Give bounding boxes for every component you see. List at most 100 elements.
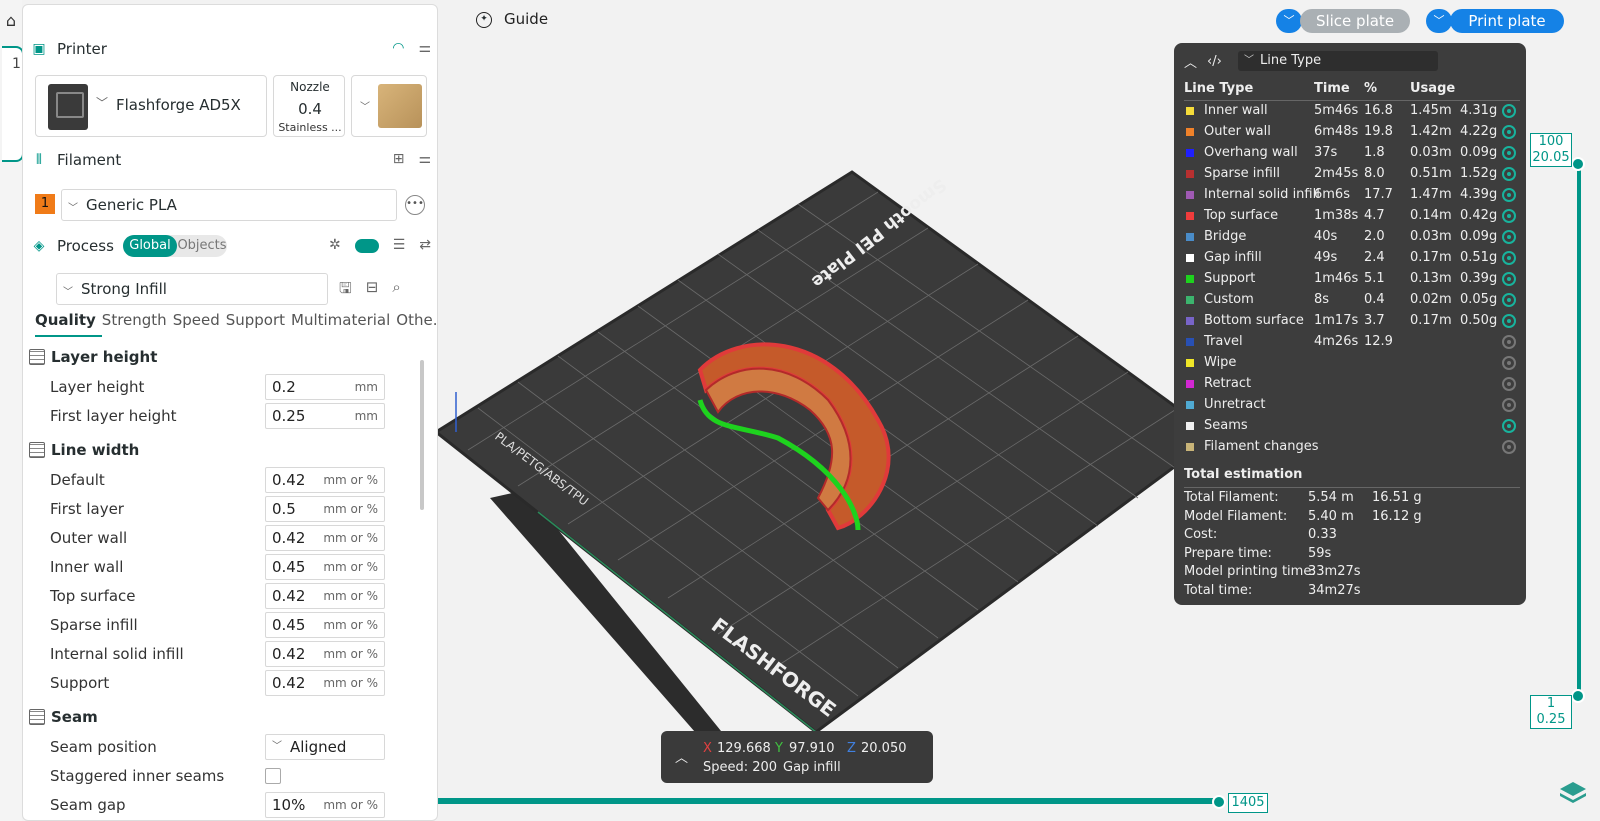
layer-slider-track[interactable] bbox=[1577, 162, 1581, 696]
line-type-name: Wipe bbox=[1204, 355, 1237, 370]
print-plate-button[interactable]: Print plate bbox=[1450, 9, 1564, 33]
setting-input[interactable]: 0.5 mm or % bbox=[265, 496, 385, 522]
tab-quality[interactable]: Quality bbox=[35, 311, 102, 337]
plate-tab[interactable]: 1 bbox=[2, 46, 24, 162]
eye-icon[interactable] bbox=[1502, 272, 1516, 286]
color-swatch bbox=[1186, 338, 1194, 346]
bottom-layer-label: 1 0.25 bbox=[1530, 695, 1572, 729]
eye-icon[interactable] bbox=[1502, 188, 1516, 202]
chevron-down-icon: ﹀ bbox=[96, 96, 109, 110]
tab-support[interactable]: Support bbox=[226, 311, 291, 337]
position-readout: ︿ X 129.668 Y 97.910 Z 20.050 Speed: 200… bbox=[661, 731, 933, 783]
eye-icon[interactable] bbox=[1502, 314, 1516, 328]
plate-type-selector[interactable]: ﹀ bbox=[351, 75, 427, 137]
printer-selector[interactable]: ﹀ Flashforge AD5X bbox=[35, 75, 267, 137]
setting-input[interactable]: 0.42 mm or % bbox=[265, 583, 385, 609]
eye-icon[interactable] bbox=[1502, 209, 1516, 223]
legend-row: Filament changes bbox=[1184, 437, 1520, 457]
setting-label: Seam position bbox=[50, 738, 157, 756]
eye-off-icon[interactable] bbox=[1502, 377, 1516, 391]
search-icon[interactable]: ⌕ bbox=[392, 278, 400, 303]
group-title: Line width bbox=[51, 441, 140, 459]
line-type-percent: 2.0 bbox=[1364, 229, 1385, 244]
eye-off-icon[interactable] bbox=[1502, 398, 1516, 412]
layers-icon: ◈ bbox=[33, 238, 45, 254]
eye-off-icon[interactable] bbox=[1502, 440, 1516, 454]
eye-off-icon[interactable] bbox=[1502, 356, 1516, 370]
printer-settings-icon[interactable]: ⚌ bbox=[418, 40, 431, 56]
more-options-icon[interactable]: ••• bbox=[405, 195, 425, 215]
eye-icon[interactable] bbox=[1502, 251, 1516, 265]
seam-position-select[interactable]: ﹀ Aligned bbox=[265, 734, 385, 760]
setting-value: 0.45 bbox=[272, 558, 306, 576]
build-plate bbox=[433, 170, 1219, 734]
tab-strength[interactable]: Strength bbox=[102, 311, 173, 337]
setting-input[interactable]: 0.25 mm bbox=[265, 403, 385, 429]
color-swatch bbox=[1186, 149, 1194, 157]
tab-others[interactable]: Othe... bbox=[396, 311, 437, 337]
nozzle-selector[interactable]: Nozzle 0.4 Stainless ... bbox=[273, 75, 345, 137]
group-seam: Seam bbox=[23, 704, 423, 730]
setting-row: Sparse infill 0.45 mm or % bbox=[23, 612, 423, 638]
global-objects-toggle[interactable]: Global Objects bbox=[123, 235, 227, 257]
setting-label: Inner wall bbox=[50, 558, 124, 576]
process-preset-select[interactable]: ﹀ Strong Infill bbox=[56, 273, 328, 305]
print-dropdown-button[interactable]: ﹀ bbox=[1426, 9, 1452, 33]
slice-dropdown-button[interactable]: ﹀ bbox=[1276, 9, 1302, 33]
move-slider-track[interactable] bbox=[438, 798, 1218, 804]
line-type-name: Gap infill bbox=[1204, 250, 1262, 265]
compare-icon[interactable]: ⇄ bbox=[419, 237, 431, 253]
total-row: Total Filament: 5.54 m 16.51 g bbox=[1184, 490, 1520, 508]
line-type-name: Bottom surface bbox=[1204, 313, 1304, 328]
advanced-icon[interactable]: ✲ bbox=[329, 237, 341, 253]
slice-plate-button[interactable]: Slice plate bbox=[1300, 9, 1410, 33]
layer-slider-top-handle[interactable] bbox=[1571, 157, 1585, 171]
line-type-name: Overhang wall bbox=[1204, 145, 1298, 160]
setting-input[interactable]: 0.2 mm bbox=[265, 374, 385, 400]
view-mode-select[interactable]: ﹀ Line Type bbox=[1238, 51, 1438, 71]
filament-select[interactable]: ﹀ Generic PLA bbox=[61, 189, 397, 221]
setting-input[interactable]: 0.42 mm or % bbox=[265, 670, 385, 696]
tab-speed[interactable]: Speed bbox=[173, 311, 226, 337]
eye-icon[interactable] bbox=[1502, 293, 1516, 307]
add-filament-icon[interactable]: ⊞ bbox=[393, 151, 405, 167]
layers-stack-icon[interactable] bbox=[1558, 778, 1588, 808]
settings-scrollbar[interactable] bbox=[420, 360, 424, 510]
eye-icon[interactable] bbox=[1502, 104, 1516, 118]
line-type-time: 5m46s bbox=[1314, 103, 1359, 118]
tab-multimaterial[interactable]: Multimaterial bbox=[291, 311, 396, 337]
staggered-seams-checkbox[interactable] bbox=[265, 768, 281, 784]
move-slider-handle[interactable] bbox=[1212, 795, 1226, 809]
layer-slider-bottom-handle[interactable] bbox=[1571, 689, 1585, 703]
eye-icon[interactable] bbox=[1502, 230, 1516, 244]
setting-input[interactable]: 0.45 mm or % bbox=[265, 554, 385, 580]
setting-input[interactable]: 0.42 mm or % bbox=[265, 641, 385, 667]
eye-icon[interactable] bbox=[1502, 125, 1516, 139]
toggle-objects[interactable]: Objects bbox=[177, 235, 227, 257]
advanced-toggle[interactable] bbox=[354, 239, 379, 253]
total-value: 5.40 m bbox=[1308, 508, 1354, 524]
wifi-icon[interactable]: ◠ bbox=[392, 40, 404, 56]
col-line-type: Line Type bbox=[1184, 81, 1254, 96]
eye-icon[interactable] bbox=[1502, 167, 1516, 181]
guide-button[interactable]: Guide bbox=[504, 10, 548, 28]
home-icon[interactable]: ⌂ bbox=[0, 10, 22, 32]
bottom-layer-z: 0.25 bbox=[1536, 712, 1566, 727]
list-icon[interactable]: ☰ bbox=[393, 237, 406, 253]
eye-off-icon[interactable] bbox=[1502, 335, 1516, 349]
eye-icon[interactable] bbox=[1502, 419, 1516, 433]
save-icon[interactable]: 🖫 bbox=[339, 278, 352, 303]
setting-input[interactable]: 0.42 mm or % bbox=[265, 467, 385, 493]
setting-input[interactable]: 10% mm or % bbox=[265, 792, 385, 818]
setting-input[interactable]: 0.42 mm or % bbox=[265, 525, 385, 551]
eye-icon[interactable] bbox=[1502, 146, 1516, 160]
filament-settings-icon[interactable]: ⚌ bbox=[418, 151, 431, 167]
preset-actions: 🖫 ⊟ ⌕ bbox=[339, 278, 401, 303]
collapse-icon[interactable]: ︿ bbox=[675, 747, 688, 766]
code-icon[interactable]: ‹/› bbox=[1207, 54, 1222, 69]
line-type-name: Internal solid infill bbox=[1204, 187, 1320, 202]
setting-input[interactable]: 0.45 mm or % bbox=[265, 612, 385, 638]
collapse-icon[interactable]: ︿ bbox=[1184, 52, 1197, 71]
remove-icon[interactable]: ⊟ bbox=[366, 278, 379, 303]
toggle-global[interactable]: Global bbox=[123, 235, 177, 257]
